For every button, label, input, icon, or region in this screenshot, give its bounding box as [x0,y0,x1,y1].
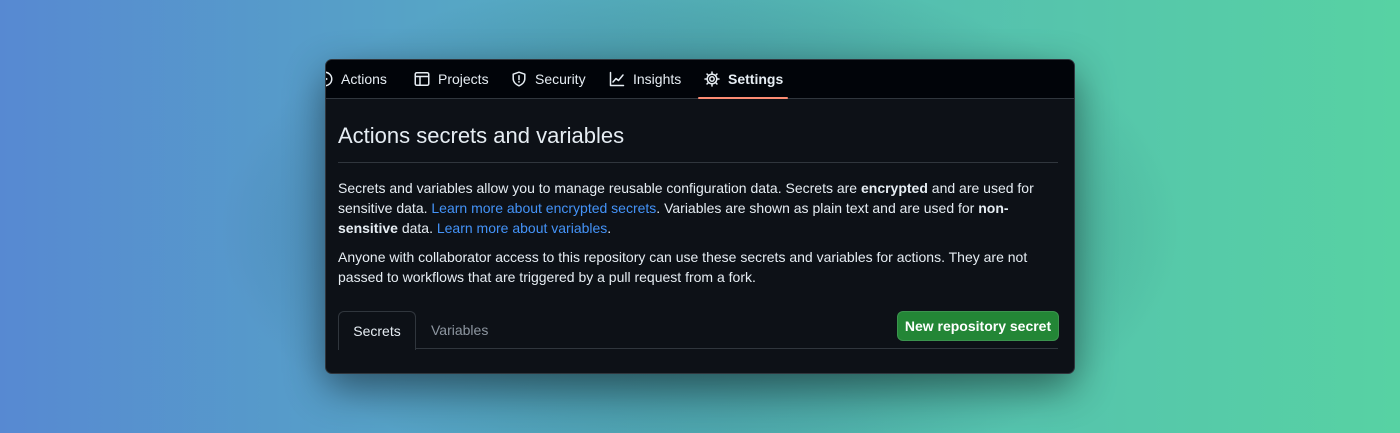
tab-projects-label: Projects [438,71,489,87]
tab-secrets-label: Secrets [353,323,401,339]
tab-settings-label: Settings [728,71,784,87]
intro-paragraph: Secrets and variables allow you to manag… [338,178,1056,238]
gear-icon [704,71,720,87]
access-note: Anyone with collaborator access to this … [338,249,1028,285]
title-divider [338,162,1058,163]
shield-icon [512,71,526,87]
tab-security-label: Security [535,71,586,87]
intro-text: . [607,220,612,236]
play-icon [326,71,333,87]
tab-insights-label: Insights [633,71,682,87]
tab-actions-label: Actions [341,71,387,87]
intro-text: data. [397,220,437,236]
tab-variables[interactable]: Variables [431,311,488,349]
learn-more-secrets-link[interactable]: Learn more about encrypted secrets [431,200,656,216]
repo-nav-bar: Actions Projects Security Insights Setti… [326,60,1074,99]
page-title: Actions secrets and variables [338,123,625,148]
repo-settings-window: Actions Projects Security Insights Setti… [325,59,1075,374]
intro-text: . Variables are shown as plain text and … [656,200,979,216]
new-repository-secret-button[interactable]: New repository secret [897,311,1059,341]
learn-more-variables-link[interactable]: Learn more about variables [437,220,607,236]
selected-tab-indicator [698,97,788,99]
tab-secrets[interactable]: Secrets [338,311,416,350]
intro-text: Secrets and variables allow you to manag… [338,180,861,196]
tab-security[interactable]: Security [511,60,586,98]
tab-insights[interactable]: Insights [609,60,681,98]
tab-projects[interactable]: Projects [414,60,489,98]
graph-icon [609,71,625,87]
encrypted-emphasis: encrypted [860,180,928,196]
tab-variables-label: Variables [431,322,489,338]
tab-settings[interactable]: Settings [704,60,783,98]
table-icon [414,72,430,86]
tab-actions[interactable]: Actions [326,60,387,98]
